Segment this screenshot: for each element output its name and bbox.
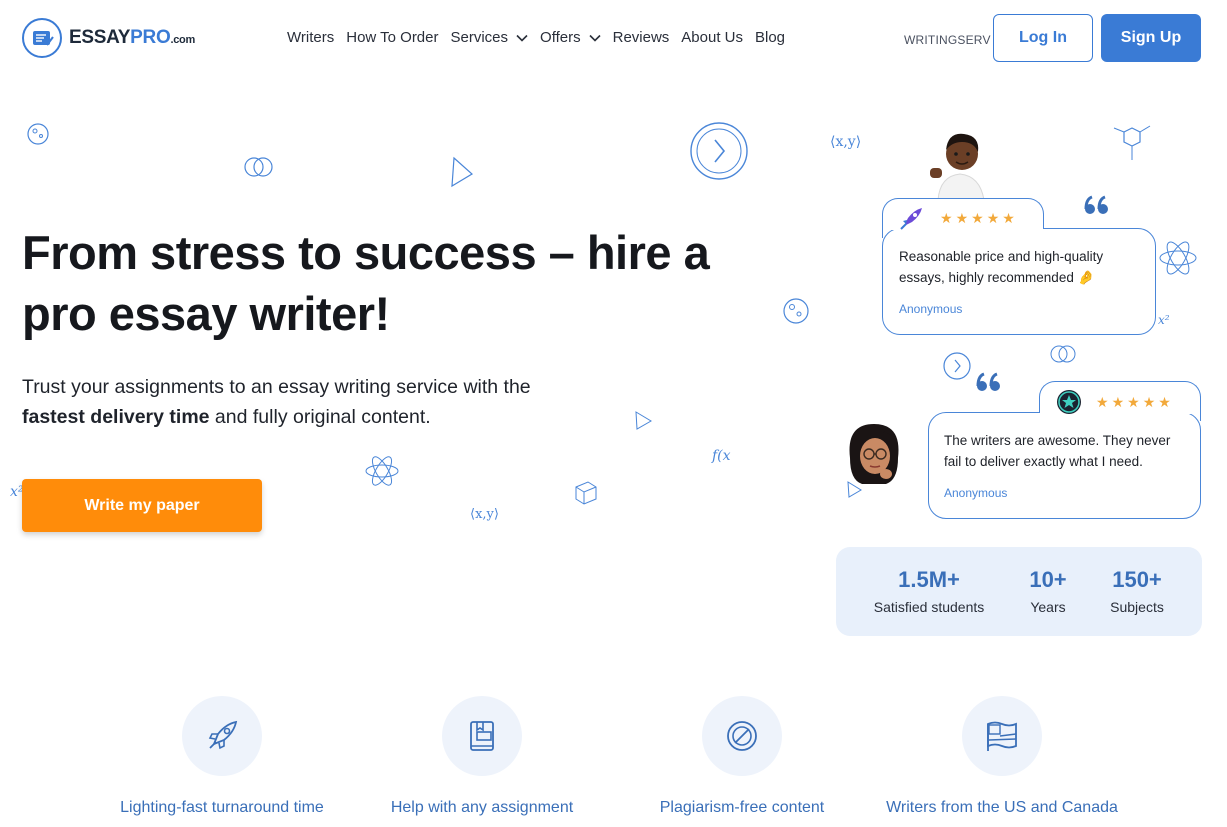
logo[interactable]: ESSAYPRO.com [22,18,195,58]
main-nav: Writers How To Order Services Offers Rev… [287,29,797,46]
molecule-doodle-icon [1113,125,1151,160]
x2-doodle-icon: x² [1158,313,1170,327]
review-text: Reasonable price and high-quality essays… [899,249,1104,285]
nav-blog[interactable]: Blog [755,29,785,46]
stat-label: Satisfied students [873,599,985,615]
feature-label: Help with any assignment [390,799,574,816]
quote-icon [976,372,1000,391]
atom-doodle-icon [365,456,399,486]
stat-value: 150+ [1112,567,1162,592]
flag-icon [987,721,1017,751]
hero-subtitle: Trust your assignments to an essay writi… [22,376,531,428]
feature-label: Lighting-fast turnaround time [120,799,324,816]
logo-icon [22,18,62,58]
chevron-down-icon [589,34,601,42]
chevron-down-icon [516,34,528,42]
star-badge-icon [1057,390,1081,414]
stat-value: 10+ [1029,567,1067,592]
nav-about-us[interactable]: About Us [681,29,743,46]
hero-title: From stress to success – hire a pro essa… [22,226,710,340]
stat-subjects: 150+ Subjects [1102,567,1172,615]
stats-panel: 1.5M+ Satisfied students 10+ Years 150+ … [836,547,1202,636]
stat-value: 1.5M+ [898,567,960,592]
reviewer-avatar-man [922,124,998,200]
feature-turnaround: Lighting-fast turnaround time [102,696,342,817]
feature-icon-circle [702,696,782,776]
nav-writers[interactable]: Writers [287,29,334,46]
nav-reviews[interactable]: Reviews [613,29,670,46]
stat-label: Years [1030,599,1066,615]
feature-icon-circle [962,696,1042,776]
review-text: The writers are awesome. They never fail… [944,433,1171,469]
feature-plagiarism-free: Plagiarism-free content [622,696,862,817]
fx-doodle-icon: f(x [711,448,731,464]
login-button[interactable]: Log In [993,14,1093,62]
nav-how-to-order[interactable]: How To Order [346,29,438,46]
review-rating-stars: ★ ★ ★ ★ ★ [1096,394,1171,410]
hero-subtitle-highlight: fastest delivery time [22,406,210,428]
site-header: ESSAYPRO.com Writers How To Order Servic… [0,0,1227,76]
svg-text:⟨x,y⟩: ⟨x,y⟩ [470,507,499,522]
review-author: Anonymous [899,302,963,316]
clock-doodle-icon [943,352,971,380]
xy-doodle-icon: ⟨x,y⟩ [470,507,499,522]
nav-offers[interactable]: Offers [540,29,601,46]
venn-doodle-icon [244,157,273,177]
stat-students: 1.5M+ Satisfied students [872,567,986,615]
review-author: Anonymous [944,486,1008,500]
write-my-paper-button[interactable]: Write my paper [22,479,262,532]
triangle-doodle-icon [451,156,474,188]
venn-doodle-icon [1050,345,1076,363]
feature-any-assignment: Help with any assignment [362,696,602,817]
svg-text:x²: x² [1158,313,1170,327]
planet-doodle-icon [783,298,809,324]
triangle-doodle-icon [635,411,652,430]
promo-code-label[interactable]: WRITINGSERV [904,33,991,47]
signup-button[interactable]: Sign Up [1101,14,1201,62]
atom-doodle-icon [1159,241,1197,275]
feature-us-canada-writers: Writers from the US and Canada [882,696,1122,817]
stat-label: Subjects [1110,599,1164,615]
svg-text:f(x: f(x [711,448,731,464]
svg-text:⟨x,y⟩: ⟨x,y⟩ [830,134,861,150]
stat-years: 10+ Years [1018,567,1078,615]
book-icon [470,721,494,751]
feature-icon-circle [442,696,522,776]
cube-doodle-icon [575,481,597,505]
planet-doodle-icon [27,123,49,145]
nav-services[interactable]: Services [451,29,529,46]
rocket-icon [208,720,238,750]
no-plagiarism-icon [727,721,757,751]
reviewer-avatar-woman [842,418,906,494]
feature-icon-circle [182,696,262,776]
xy-doodle-icon: ⟨x,y⟩ [830,134,861,150]
logo-wordmark: ESSAYPRO.com [69,27,195,48]
quote-icon [1084,195,1108,214]
review-rating-stars: ★ ★ ★ ★ ★ [940,210,1015,226]
rocket-icon [900,208,922,230]
clock-doodle-icon [690,122,748,180]
feature-label: Plagiarism-free content [659,799,825,816]
feature-label: Writers from the US and Canada [886,799,1118,816]
